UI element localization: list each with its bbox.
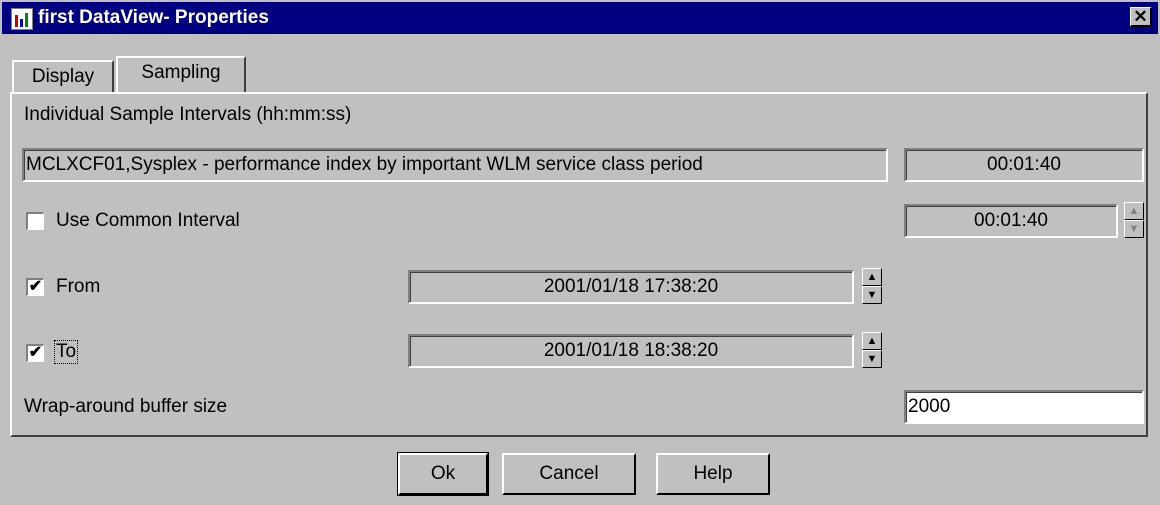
close-icon: ✕: [1133, 7, 1148, 26]
from-spinner[interactable]: ▲ ▼: [862, 268, 882, 304]
spin-down-icon[interactable]: ▼: [862, 350, 882, 368]
help-button[interactable]: Help: [656, 453, 770, 495]
tab-sampling-label: Sampling: [141, 62, 221, 83]
metric-interval-field[interactable]: 00:01:40: [904, 148, 1144, 182]
from-checkbox[interactable]: ✔: [26, 278, 44, 296]
to-datetime-field[interactable]: 2001/01/18 18:38:20: [408, 334, 854, 368]
common-interval-spinner[interactable]: ▲ ▼: [1124, 202, 1144, 238]
title-bar[interactable]: first DataView- Properties ✕: [2, 2, 1158, 34]
spin-up-icon[interactable]: ▲: [1124, 202, 1144, 220]
buffer-size-label: Wrap-around buffer size: [24, 396, 228, 417]
common-interval-field[interactable]: 00:01:40: [904, 204, 1118, 238]
spin-up-icon[interactable]: ▲: [862, 332, 882, 350]
intervals-heading: Individual Sample Intervals (hh:mm:ss): [24, 104, 352, 125]
spin-up-icon[interactable]: ▲: [862, 268, 882, 286]
cancel-button[interactable]: Cancel: [502, 453, 636, 495]
from-label: From: [56, 276, 101, 297]
sampling-panel: [10, 92, 1148, 437]
tab-display[interactable]: Display: [12, 60, 114, 92]
dataview-app-icon: [11, 8, 33, 30]
use-common-interval-label: Use Common Interval: [56, 210, 240, 231]
to-checkbox[interactable]: ✔: [26, 344, 44, 362]
ok-button[interactable]: Ok: [397, 452, 489, 496]
spin-down-icon[interactable]: ▼: [1124, 220, 1144, 238]
metric-name-field: MCLXCF01,Sysplex - performance index by …: [22, 148, 888, 182]
use-common-interval-checkbox[interactable]: [26, 212, 44, 230]
to-spinner[interactable]: ▲ ▼: [862, 332, 882, 368]
check-icon: ✔: [28, 278, 43, 295]
check-icon: ✔: [28, 344, 43, 361]
buffer-size-input[interactable]: 2000: [904, 390, 1144, 424]
from-datetime-field[interactable]: 2001/01/18 17:38:20: [408, 270, 854, 304]
tab-display-label: Display: [31, 66, 95, 87]
to-label: To: [54, 340, 79, 364]
window-title: first DataView- Properties: [38, 7, 269, 28]
close-button[interactable]: ✕: [1130, 7, 1152, 27]
tab-sampling[interactable]: Sampling: [116, 56, 246, 92]
spin-down-icon[interactable]: ▼: [862, 286, 882, 304]
